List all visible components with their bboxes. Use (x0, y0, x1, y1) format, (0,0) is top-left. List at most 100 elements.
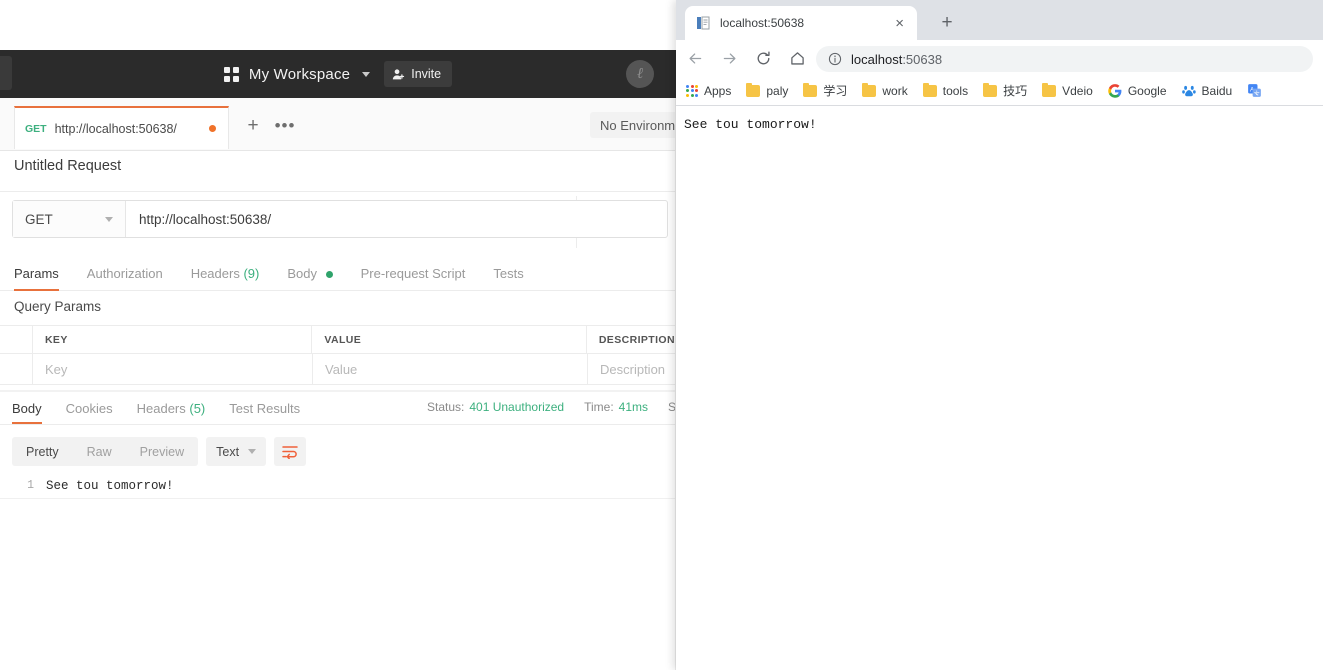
bookmark-baidu[interactable]: Baidu (1182, 84, 1233, 98)
chrome-tab[interactable]: localhost:50638 × (685, 6, 917, 40)
bookmark-apps[interactable]: Apps (686, 84, 731, 98)
chrome-tab-bar: localhost:50638 × + (676, 0, 1323, 40)
bookmark-apps-label: Apps (704, 84, 731, 98)
word-wrap-icon (282, 445, 298, 459)
time-value: 41ms (619, 400, 648, 414)
view-mode-pretty[interactable]: Pretty (12, 445, 73, 459)
url-input[interactable]: http://localhost:50638/ (126, 201, 667, 237)
tab-headers-count: (9) (243, 266, 259, 281)
ellipsis-icon: ••• (275, 117, 296, 134)
bookmark-google[interactable]: Google (1108, 84, 1167, 98)
tab-authorization[interactable]: Authorization (87, 266, 163, 290)
info-circle-icon[interactable] (828, 52, 842, 66)
arrow-left-icon (687, 50, 704, 67)
bookmark-xuexi-label: 学习 (823, 82, 847, 99)
bookmark-jiqiao[interactable]: 技巧 (983, 82, 1027, 99)
row-checkbox-cell[interactable] (0, 354, 33, 384)
address-bar[interactable]: localhost:50638 (816, 46, 1313, 72)
arrow-right-icon (721, 50, 738, 67)
table-row[interactable]: Key Value Description (0, 354, 676, 385)
tab-params[interactable]: Params (14, 266, 59, 290)
cell-value-placeholder[interactable]: Value (313, 354, 588, 384)
baidu-paw-icon (1182, 84, 1196, 98)
folder-icon (1042, 85, 1056, 97)
word-wrap-button[interactable] (274, 437, 306, 466)
invite-label: Invite (411, 67, 441, 81)
cell-description-placeholder[interactable]: Description (588, 354, 676, 384)
bookmark-tools[interactable]: tools (923, 84, 968, 98)
view-mode-preview[interactable]: Preview (126, 445, 198, 459)
response-tab-headers[interactable]: Headers (5) (137, 401, 206, 424)
body-present-dot-icon (326, 271, 333, 278)
response-tabs-divider (0, 424, 676, 425)
close-icon[interactable]: × (892, 16, 907, 31)
language-value: Text (216, 445, 239, 459)
response-tab-headers-count: (5) (189, 401, 205, 416)
bookmark-xuexi[interactable]: 学习 (803, 82, 847, 99)
request-tab-method: GET (25, 123, 47, 135)
folder-icon (862, 85, 876, 97)
new-request-tab-button[interactable]: + (240, 112, 266, 138)
tab-more-button[interactable]: ••• (272, 112, 298, 138)
chevron-down-icon (248, 449, 256, 454)
postman-top-strip (0, 0, 676, 50)
response-tab-cookies[interactable]: Cookies (66, 401, 113, 424)
chrome-toolbar: localhost:50638 (676, 40, 1323, 76)
response-tab-test-results[interactable]: Test Results (229, 401, 300, 424)
folder-icon (923, 85, 937, 97)
bookmark-work[interactable]: work (862, 84, 907, 98)
tab-body-label: Body (287, 266, 317, 281)
address-bar-text: localhost:50638 (851, 52, 942, 67)
home-button[interactable] (782, 43, 812, 73)
home-icon (789, 50, 806, 67)
postman-sidebar-nub[interactable] (0, 56, 12, 90)
bookmark-paly[interactable]: paly (746, 84, 788, 98)
tab-pre-request-script-label: Pre-request Script (361, 266, 466, 281)
person-add-icon (392, 68, 405, 81)
method-select[interactable]: GET (13, 201, 126, 237)
cell-key-placeholder[interactable]: Key (33, 354, 313, 384)
web-page-viewport: See tou tomorrow! (676, 107, 1323, 670)
request-tab-strip: GET http://localhost:50638/ + ••• No Env… (0, 98, 676, 151)
status-badge[interactable]: 401 Unauthorized (469, 400, 564, 414)
response-body-code[interactable]: 1 See tou tomorrow! (0, 473, 676, 499)
tab-body[interactable]: Body (287, 266, 332, 290)
tab-pre-request-script[interactable]: Pre-request Script (361, 266, 466, 290)
bookmark-baidu-label: Baidu (1202, 84, 1233, 98)
page-favicon (695, 15, 711, 31)
bookmark-vdeio-label: Vdeio (1062, 84, 1093, 98)
avatar[interactable]: ℓ (626, 60, 654, 88)
header-checkbox-cell (0, 326, 33, 353)
new-tab-button[interactable]: + (934, 10, 960, 36)
tab-tests[interactable]: Tests (493, 266, 523, 290)
time-label: Time: (584, 400, 614, 414)
response-tab-body[interactable]: Body (12, 401, 42, 424)
tab-headers[interactable]: Headers (9) (191, 266, 260, 290)
chevron-down-icon (362, 72, 370, 77)
language-select[interactable]: Text (206, 437, 266, 466)
tab-authorization-label: Authorization (87, 266, 163, 281)
forward-button[interactable] (714, 43, 744, 73)
request-tab-url: http://localhost:50638/ (55, 122, 177, 136)
response-tab-body-label: Body (12, 401, 42, 416)
grid-icon (224, 67, 239, 82)
request-section-tabs: Params Authorization Headers (9) Body Pr… (0, 255, 676, 291)
postman-header-bar: My Workspace Invite ℓ (0, 50, 676, 98)
view-mode-raw[interactable]: Raw (73, 445, 126, 459)
invite-button[interactable]: Invite (384, 61, 452, 87)
bookmark-vdeio[interactable]: Vdeio (1042, 84, 1093, 98)
title-divider (0, 191, 676, 192)
response-meta: Status: 401 Unauthorized Time: 41ms S (427, 400, 676, 414)
line-number: 1 (0, 479, 46, 492)
folder-icon (746, 85, 760, 97)
back-button[interactable] (680, 43, 710, 73)
workspace-selector[interactable]: My Workspace (224, 66, 370, 83)
bookmark-translate-extension[interactable]: A (1247, 83, 1268, 98)
request-tab-active[interactable]: GET http://localhost:50638/ (14, 106, 229, 149)
chrome-tab-title: localhost:50638 (720, 16, 892, 30)
environment-selector[interactable]: No Environm (590, 112, 676, 138)
reload-button[interactable] (748, 43, 778, 73)
chrome-browser-window: localhost:50638 × + (676, 0, 1323, 670)
bookmark-google-label: Google (1128, 84, 1167, 98)
reload-icon (755, 50, 772, 67)
